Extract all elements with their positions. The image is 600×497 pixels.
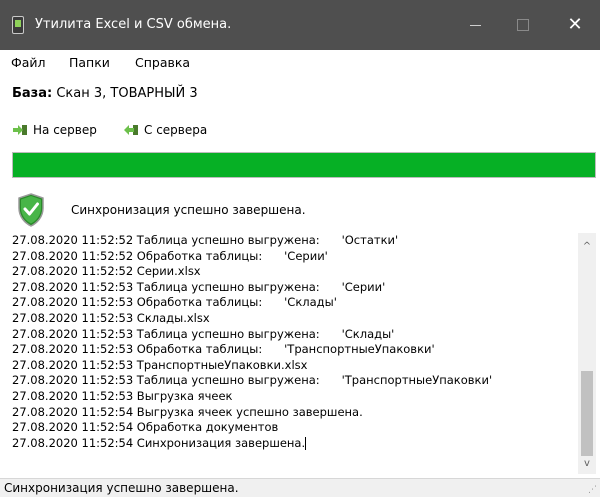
minimize-icon [469,24,481,26]
maximize-icon [517,19,529,31]
maximize-button[interactable] [500,0,546,50]
scroll-thumb[interactable] [581,371,593,456]
log-line: 27.08.2020 11:52:53 Выгрузка ячеек [12,388,233,403]
database-info: База: Скан 3, ТОВАРНЫЙ 3 [12,86,198,101]
log-line: 27.08.2020 11:52:53 Обработка таблицы: '… [12,342,435,357]
database-label: База: [12,86,53,101]
log-line: 27.08.2020 11:52:54 Синхронизация заверш… [12,435,307,450]
download-from-server-label: С сервера [144,123,208,137]
close-icon: ✕ [567,14,583,35]
log-line: 27.08.2020 11:52:52 Серии.xlsx [12,264,201,279]
scroll-down-icon[interactable]: v [578,454,596,472]
log-line: 27.08.2020 11:52:53 Таблица успешно выгр… [12,373,493,388]
menu-file[interactable]: Файл [11,55,46,70]
database-value: Скан 3, ТОВАРНЫЙ 3 [56,86,198,101]
log-line: 27.08.2020 11:52:54 Обработка документов [12,420,279,435]
upload-to-server-button[interactable]: На сервер [12,123,97,137]
upload-to-server-label: На сервер [33,123,97,137]
menu-folders[interactable]: Папки [69,55,110,70]
status-text: Синхронизация успешно завершена. [4,481,239,495]
download-from-server-button[interactable]: С сервера [123,123,207,137]
minimize-button[interactable] [452,0,498,50]
progress-fill [13,153,595,177]
shield-check-icon [18,193,44,227]
log-lines: 27.08.2020 11:52:52 Таблица успешно выгр… [12,233,568,451]
status-bar: Синхронизация успешно завершена. ⋰ [0,478,600,497]
upload-arrow-icon [13,125,27,135]
sync-progress-bar [12,152,596,178]
window-title: Утилита Excel и CSV обмена. [35,17,232,32]
sync-complete-message: Синхронизация успешно завершена. [71,203,306,217]
log-line: 27.08.2020 11:52:53 ТранспортныеУпаковки… [12,357,308,372]
log-line: 27.08.2020 11:52:52 Обработка таблицы: '… [12,248,328,263]
log-line: 27.08.2020 11:52:52 Таблица успешно выгр… [12,233,399,247]
log-textarea[interactable]: 27.08.2020 11:52:52 Таблица успешно выгр… [12,233,596,474]
log-line: 27.08.2020 11:52:53 Склады.xlsx [12,310,210,325]
title-bar[interactable]: Утилита Excel и CSV обмена. ✕ [0,0,600,50]
log-line: 27.08.2020 11:52:53 Таблица успешно выгр… [12,279,386,294]
log-line: 27.08.2020 11:52:53 Обработка таблицы: '… [12,295,337,310]
scroll-up-icon[interactable]: ^ [578,237,596,255]
app-phone-icon [12,16,24,34]
menu-bar: Файл Папки Справка [0,50,600,74]
toolbar: На сервер С сервера [0,120,600,144]
log-line: 27.08.2020 11:52:53 Таблица успешно выгр… [12,326,395,341]
log-line: 27.08.2020 11:52:54 Выгрузка ячеек успеш… [12,404,363,419]
download-arrow-icon [124,125,138,135]
text-caret [305,436,307,450]
resize-grip-icon[interactable]: ⋰ [588,485,597,495]
close-button[interactable]: ✕ [552,0,598,50]
log-scrollbar[interactable]: ^ v [578,233,596,474]
menu-help[interactable]: Справка [135,55,190,70]
